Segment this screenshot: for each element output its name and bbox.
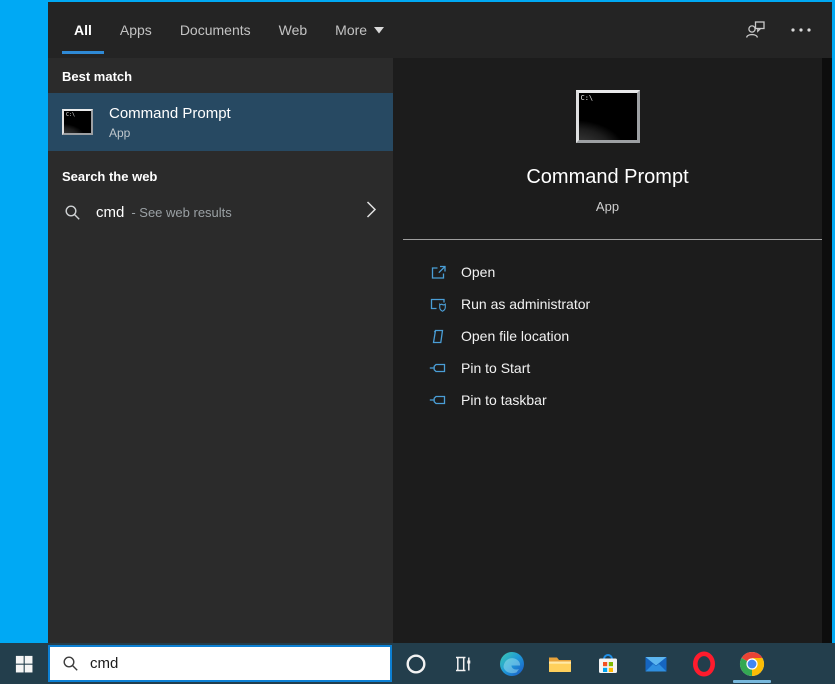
- mail-button[interactable]: [632, 643, 680, 684]
- tab-all[interactable]: All: [62, 16, 104, 54]
- chrome-icon: [739, 651, 765, 676]
- start-search-window: All Apps Documents Web More Best match C…: [48, 2, 832, 643]
- preview-panel: C:\ Command Prompt App Open Run as admin…: [393, 58, 832, 643]
- action-open[interactable]: Open: [393, 256, 822, 288]
- tab-apps-label: Apps: [119, 22, 152, 38]
- action-run-as-administrator[interactable]: Run as administrator: [393, 288, 822, 320]
- file-explorer-icon: [549, 657, 571, 672]
- search-filter-header: All Apps Documents Web More: [48, 2, 832, 58]
- active-app-indicator: [733, 680, 771, 683]
- edge-icon: [500, 651, 524, 676]
- best-match-header: Best match: [62, 69, 133, 84]
- start-button[interactable]: [0, 643, 48, 684]
- command-prompt-icon: C:\: [62, 109, 93, 135]
- feedback-person-icon[interactable]: [732, 10, 778, 50]
- cortana-button[interactable]: [392, 643, 440, 684]
- edge-button[interactable]: [488, 643, 536, 684]
- taskbar: [0, 643, 835, 684]
- tab-all-label: All: [74, 22, 92, 38]
- mail-icon: [645, 656, 667, 671]
- cortana-icon: [406, 653, 426, 674]
- opera-icon: [693, 651, 715, 676]
- tab-more-label: More: [335, 22, 368, 38]
- tab-more[interactable]: More: [335, 16, 385, 44]
- store-button[interactable]: [584, 643, 632, 684]
- tab-apps[interactable]: Apps: [120, 16, 152, 44]
- command-prompt-icon: C:\: [575, 90, 640, 143]
- action-label: Run as administrator: [461, 296, 591, 312]
- web-search-result[interactable]: cmd - See web results: [48, 193, 393, 231]
- chrome-button[interactable]: [728, 643, 776, 684]
- opera-button[interactable]: [680, 643, 728, 684]
- header-icons: [732, 2, 832, 58]
- web-query: cmd: [96, 203, 125, 221]
- admin-shield-icon: [429, 295, 447, 313]
- preview-separator: [403, 239, 832, 240]
- action-label: Pin to Start: [461, 360, 531, 376]
- chevron-down-icon: [374, 26, 385, 33]
- preview-app-type: App: [595, 199, 620, 214]
- store-icon: [599, 653, 617, 673]
- web-suffix: - See web results: [131, 204, 232, 220]
- file-explorer-button[interactable]: [536, 643, 584, 684]
- open-window-icon: [429, 263, 447, 281]
- search-input[interactable]: [90, 655, 340, 672]
- pin-icon: [429, 391, 447, 409]
- action-pin-to-taskbar[interactable]: Pin to taskbar: [393, 384, 822, 416]
- chevron-right-icon[interactable]: [365, 200, 377, 225]
- file-location-icon: [429, 327, 447, 345]
- action-open-file-location[interactable]: Open file location: [393, 320, 822, 352]
- tab-documents[interactable]: Documents: [180, 16, 251, 44]
- action-label: Open: [461, 264, 496, 280]
- best-match-result[interactable]: C:\ Command Prompt App: [48, 93, 393, 151]
- tab-documents-label: Documents: [179, 22, 251, 38]
- action-label: Pin to taskbar: [461, 392, 547, 408]
- pin-icon: [429, 359, 447, 377]
- action-pin-to-start[interactable]: Pin to Start: [393, 352, 822, 384]
- search-web-header: Search the web: [62, 169, 158, 184]
- search-icon: [63, 656, 78, 671]
- action-label: Open file location: [461, 328, 570, 344]
- preview-app-title: Command Prompt: [526, 166, 689, 188]
- tab-web[interactable]: Web: [279, 16, 308, 44]
- results-panel: Best match C:\ Command Prompt App Search…: [48, 58, 393, 643]
- desktop: All Apps Documents Web More Best match C…: [0, 0, 835, 684]
- result-title: Command Prompt: [109, 104, 231, 122]
- task-view-button[interactable]: [440, 643, 488, 684]
- task-view-icon: [456, 656, 471, 671]
- search-icon: [65, 204, 80, 220]
- windows-start-icon: [15, 655, 33, 672]
- window-edge-shadow: [822, 58, 832, 643]
- ellipsis-icon[interactable]: [778, 10, 824, 50]
- taskbar-search-box[interactable]: [48, 645, 392, 682]
- result-type: App: [109, 125, 131, 140]
- tab-web-label: Web: [278, 22, 308, 38]
- filter-tabs: All Apps Documents Web More: [62, 16, 385, 54]
- action-list: Open Run as administrator Open file loca…: [393, 256, 822, 416]
